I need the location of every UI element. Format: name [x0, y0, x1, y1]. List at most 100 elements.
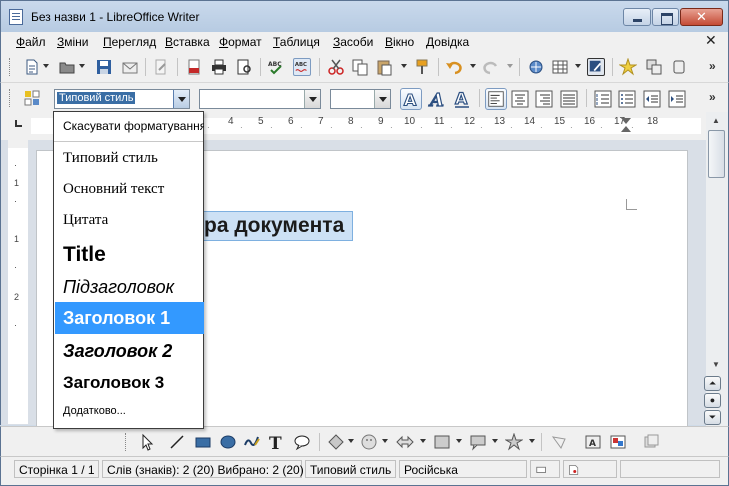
- style-option-more[interactable]: Додатково...: [55, 401, 204, 425]
- bullets-icon[interactable]: [616, 88, 638, 110]
- cut-icon[interactable]: [327, 58, 345, 76]
- callout-tool-icon[interactable]: [293, 433, 311, 451]
- style-option-text-body[interactable]: Основний текст: [55, 176, 204, 204]
- style-option-default[interactable]: Типовий стиль: [55, 145, 204, 173]
- align-right-icon[interactable]: [533, 88, 555, 110]
- menu-help[interactable]: Довідка: [426, 35, 469, 49]
- justify-icon[interactable]: [558, 88, 580, 110]
- chevron-down-icon[interactable]: [374, 90, 390, 108]
- email-document-icon[interactable]: [121, 58, 139, 76]
- ellipse-tool-icon[interactable]: [219, 433, 237, 451]
- navigation-icon[interactable]: ●: [704, 393, 721, 408]
- points-icon[interactable]: [550, 433, 568, 451]
- right-indent-marker-lower[interactable]: [621, 126, 631, 132]
- menu-table[interactable]: Таблиця: [273, 35, 320, 49]
- underline-icon[interactable]: A: [451, 88, 473, 110]
- chevron-down-icon[interactable]: [304, 90, 320, 108]
- more-tools-chevron-icon[interactable]: »: [709, 59, 716, 73]
- style-option-title[interactable]: Title: [55, 240, 204, 274]
- print-icon[interactable]: [210, 58, 228, 76]
- font-size-combo[interactable]: [330, 89, 391, 109]
- line-tool-icon[interactable]: [168, 433, 186, 451]
- decrease-indent-icon[interactable]: [641, 88, 663, 110]
- export-pdf-icon[interactable]: [185, 58, 203, 76]
- tab-stop-type-icon[interactable]: [15, 120, 22, 127]
- undo-icon[interactable]: [445, 58, 463, 76]
- styles-formatting-icon[interactable]: [23, 89, 41, 107]
- menu-format[interactable]: Формат: [219, 35, 262, 49]
- numbering-icon[interactable]: [592, 88, 614, 110]
- close-document-icon[interactable]: ✕: [705, 32, 717, 49]
- align-center-icon[interactable]: [509, 88, 531, 110]
- stars-icon[interactable]: [505, 433, 523, 451]
- menu-tools[interactable]: Засоби: [333, 35, 373, 49]
- menu-window[interactable]: Вікно: [385, 35, 414, 49]
- menu-view[interactable]: Перегляд: [103, 35, 156, 49]
- bold-icon[interactable]: A: [400, 88, 422, 110]
- font-name-combo[interactable]: [199, 89, 321, 109]
- menu-insert[interactable]: Вставка: [165, 35, 210, 49]
- freeform-tool-icon[interactable]: [243, 433, 261, 451]
- style-option-quotation[interactable]: Цитата: [55, 208, 204, 236]
- clone-formatting-icon[interactable]: [413, 58, 431, 76]
- menu-file[interactable]: Файл: [16, 35, 46, 49]
- more-format-tools-chevron-icon[interactable]: »: [709, 90, 716, 104]
- auto-spellcheck-icon[interactable]: ABC: [293, 58, 311, 76]
- style-option-clear-formatting[interactable]: Скасувати форматування: [55, 114, 204, 138]
- toolbar-grip[interactable]: [9, 89, 12, 107]
- status-page[interactable]: Сторінка 1 / 1: [14, 460, 99, 478]
- zoom-field[interactable]: [620, 460, 720, 478]
- extrusion-icon[interactable]: [642, 433, 660, 451]
- style-option-heading-1[interactable]: Заголовок 1: [55, 302, 204, 334]
- paste-icon[interactable]: [375, 58, 393, 76]
- page-preview-icon[interactable]: [235, 58, 253, 76]
- close-window-button[interactable]: [680, 8, 723, 26]
- increase-indent-icon[interactable]: [666, 88, 688, 110]
- chevron-down-icon[interactable]: [173, 90, 189, 108]
- right-indent-marker[interactable]: [621, 118, 631, 124]
- paragraph-style-combo[interactable]: Типовий стиль: [54, 89, 190, 109]
- status-word-count[interactable]: Слів (знаків): 2 (20) Вибрано: 2 (20): [102, 460, 304, 478]
- table-icon[interactable]: [551, 58, 569, 76]
- data-sources-icon[interactable]: [645, 58, 663, 76]
- image-from-file-icon[interactable]: [609, 433, 627, 451]
- italic-icon[interactable]: A: [426, 88, 448, 111]
- new-document-icon[interactable]: [23, 58, 41, 76]
- save-icon[interactable]: [95, 58, 113, 76]
- toolbar-grip[interactable]: [9, 58, 12, 76]
- edit-file-icon[interactable]: [152, 58, 170, 76]
- toolbar-grip[interactable]: [125, 433, 128, 451]
- select-pointer-icon[interactable]: [138, 433, 156, 451]
- selected-heading-text[interactable]: ра документа: [200, 211, 353, 241]
- menu-edit[interactable]: Зміни: [57, 35, 89, 49]
- style-option-subtitle[interactable]: Підзаголовок: [55, 275, 204, 303]
- callouts-icon[interactable]: [469, 433, 487, 451]
- paragraph-style-dropdown[interactable]: Скасувати форматування Типовий стиль Осн…: [53, 111, 204, 429]
- draw-functions-icon[interactable]: [587, 58, 605, 76]
- fontwork-gallery-icon[interactable]: A: [584, 433, 602, 451]
- redo-icon[interactable]: [482, 58, 500, 76]
- maximize-button[interactable]: [652, 8, 679, 26]
- style-option-heading-2[interactable]: Заголовок 2: [55, 337, 204, 365]
- scroll-down-icon[interactable]: ▼: [712, 360, 720, 369]
- block-arrows-icon[interactable]: [396, 433, 414, 451]
- open-folder-icon[interactable]: [58, 58, 76, 76]
- scroll-thumb[interactable]: [708, 130, 725, 178]
- rectangle-tool-icon[interactable]: [194, 433, 212, 451]
- document-modified-icon[interactable]: [563, 460, 617, 478]
- navigator-icon[interactable]: [527, 58, 545, 76]
- nonprinting-characters-icon[interactable]: [670, 58, 688, 76]
- status-page-style[interactable]: Типовий стиль: [305, 460, 396, 478]
- align-left-icon[interactable]: [485, 88, 507, 110]
- previous-page-icon[interactable]: ⏶: [704, 376, 721, 391]
- style-option-heading-3[interactable]: Заголовок 3: [55, 369, 204, 397]
- basic-shapes-icon[interactable]: [327, 433, 345, 451]
- minimize-button[interactable]: [623, 8, 651, 26]
- spellcheck-icon[interactable]: ABC: [267, 58, 285, 76]
- status-language[interactable]: Російська: [399, 460, 527, 478]
- next-page-icon[interactable]: ⏷: [704, 410, 721, 425]
- text-tool-icon[interactable]: T: [267, 433, 285, 451]
- symbol-shapes-icon[interactable]: [360, 433, 378, 451]
- flowchart-icon[interactable]: [433, 433, 451, 451]
- copy-icon[interactable]: [351, 58, 369, 76]
